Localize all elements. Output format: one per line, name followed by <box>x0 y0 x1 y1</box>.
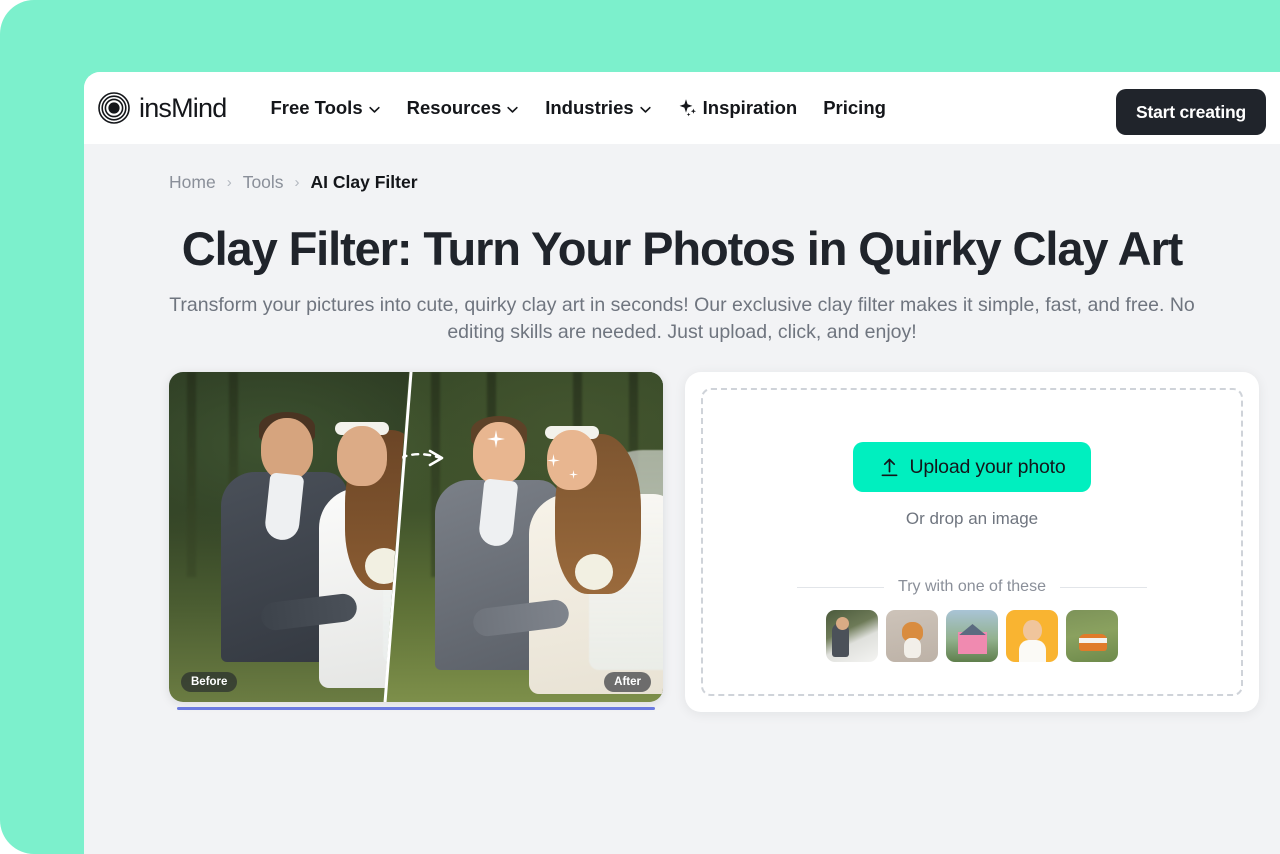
chevron-down-icon <box>640 106 651 113</box>
upload-dropzone[interactable]: Upload your photo Or drop an image Try w… <box>701 388 1243 696</box>
before-badge: Before <box>181 672 238 692</box>
sparkle-icon <box>679 99 696 117</box>
showcase-section: Before After Upload your photo Or drop a… <box>84 372 1280 712</box>
screenshot-root: insMind Free Tools Resources Industries … <box>0 0 1280 854</box>
nav-item-pricing[interactable]: Pricing <box>823 97 886 119</box>
concentric-rings-logo-icon <box>98 92 130 124</box>
drop-image-hint: Or drop an image <box>905 509 1039 528</box>
nav-item-free-tools[interactable]: Free Tools <box>270 97 380 119</box>
sample-thumbnail-girl-yellow-background[interactable] <box>1006 610 1058 662</box>
nav-item-resources[interactable]: Resources <box>407 97 520 119</box>
before-after-slider-track[interactable] <box>177 707 655 710</box>
nav-item-inspiration[interactable]: Inspiration <box>678 97 798 119</box>
upload-panel: Upload your photo Or drop an image Try w… <box>685 372 1259 712</box>
nav-item-label: Industries <box>545 97 634 118</box>
upload-photo-button-label: Upload your photo <box>909 455 1066 478</box>
brand-name-text: insMind <box>139 92 227 123</box>
breadcrumb-separator: › <box>294 174 300 191</box>
before-after-card[interactable]: Before After <box>169 372 663 702</box>
browser-site-card: insMind Free Tools Resources Industries … <box>84 72 1280 854</box>
sample-images-label: Try with one of these <box>898 578 1046 595</box>
top-navigation-bar: insMind Free Tools Resources Industries … <box>84 72 1280 144</box>
breadcrumb-item-home[interactable]: Home <box>169 172 216 193</box>
sample-thumbnail-wedding-couple[interactable] <box>826 610 878 662</box>
breadcrumb-item-current: AI Clay Filter <box>310 172 418 192</box>
start-creating-button[interactable]: Start creating <box>1115 89 1266 135</box>
sample-thumbnail-row <box>826 610 1118 662</box>
page-subtitle: Transform your pictures into cute, quirk… <box>169 294 1195 343</box>
breadcrumb: Home › Tools › AI Clay Filter <box>84 144 1280 193</box>
nav-item-label: Inspiration <box>702 97 798 118</box>
page-title: Clay Filter: Turn Your Photos in Quirky … <box>181 222 1184 275</box>
nav-item-label: Resources <box>406 97 502 118</box>
before-after-preview[interactable]: Before After <box>169 372 663 710</box>
upload-photo-button[interactable]: Upload your photo <box>852 442 1092 492</box>
brand-logo[interactable]: insMind <box>98 92 227 124</box>
page-body: Home › Tools › AI Clay Filter Clay Filte… <box>84 144 1280 854</box>
after-badge: After <box>604 672 651 692</box>
sample-images-divider: Try with one of these <box>797 578 1148 596</box>
divider-rule-left <box>797 586 885 588</box>
nav-item-label: Pricing <box>823 97 886 118</box>
divider-rule-right <box>1059 586 1148 588</box>
sample-thumbnail-orange-van-road[interactable] <box>1066 610 1118 662</box>
chevron-down-icon <box>507 106 518 113</box>
nav-links: Free Tools Resources Industries Inspirat… <box>270 97 886 119</box>
sample-thumbnail-corgi-dog[interactable] <box>886 610 938 662</box>
upload-arrow-icon <box>881 458 897 476</box>
breadcrumb-separator: › <box>226 174 232 191</box>
chevron-down-icon <box>368 106 380 113</box>
sample-thumbnail-pink-house[interactable] <box>946 610 998 662</box>
nav-item-industries[interactable]: Industries <box>545 97 651 119</box>
nav-item-label: Free Tools <box>270 97 363 118</box>
breadcrumb-item-tools[interactable]: Tools <box>243 172 284 193</box>
